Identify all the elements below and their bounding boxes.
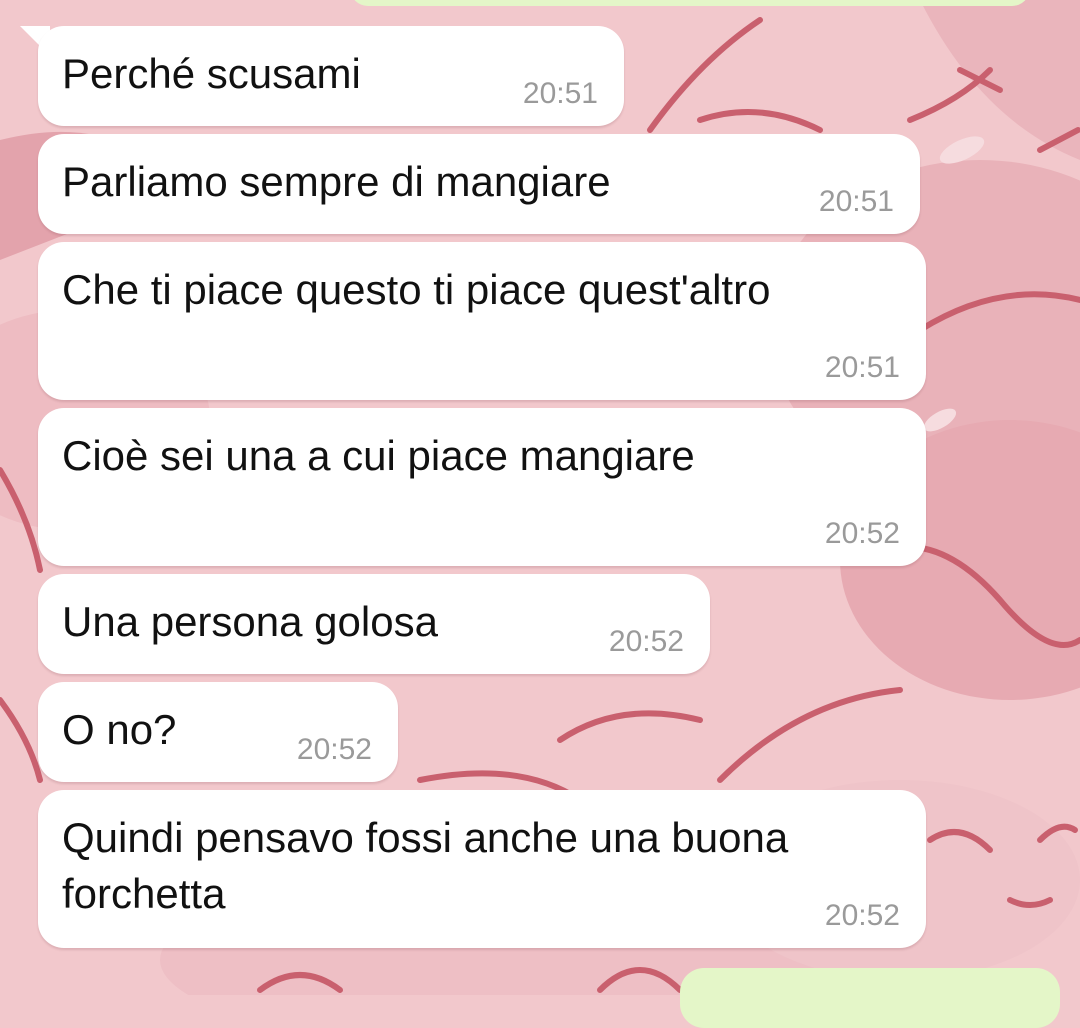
- outgoing-bubble-partial-bottom: [680, 968, 1060, 1028]
- message-text: Parliamo sempre di mangiare: [62, 158, 611, 205]
- message-timestamp: 20:52: [608, 625, 684, 658]
- message-bubble[interactable]: Una persona golosa 20:52: [38, 574, 710, 674]
- message-timestamp: 20:52: [296, 733, 372, 766]
- message-timestamp: 20:52: [824, 517, 900, 550]
- message-bubble[interactable]: Quindi pensavo fossi anche una buona for…: [38, 790, 926, 948]
- message-bubble[interactable]: Parliamo sempre di mangiare 20:51: [38, 134, 920, 234]
- message-bubble[interactable]: Che ti piace questo ti piace quest'altro…: [38, 242, 926, 400]
- message-timestamp: 20:51: [824, 351, 900, 384]
- message-timestamp: 20:51: [522, 77, 598, 110]
- outgoing-bubble-partial-top: [350, 0, 1030, 6]
- message-text: Che ti piace questo ti piace quest'altro: [62, 266, 771, 313]
- message-timestamp: 20:51: [818, 185, 894, 218]
- message-timestamp: 20:52: [824, 899, 900, 932]
- message-text: Perché scusami: [62, 50, 361, 97]
- message-text: Una persona golosa: [62, 598, 438, 645]
- message-bubble[interactable]: Cioè sei una a cui piace mangiare 20:52: [38, 408, 926, 566]
- message-text: Cioè sei una a cui piace mangiare: [62, 432, 695, 479]
- message-bubble[interactable]: O no? 20:52: [38, 682, 398, 782]
- message-text: Quindi pensavo fossi anche una buona for…: [62, 814, 789, 917]
- message-bubble[interactable]: Perché scusami 20:51: [38, 26, 624, 126]
